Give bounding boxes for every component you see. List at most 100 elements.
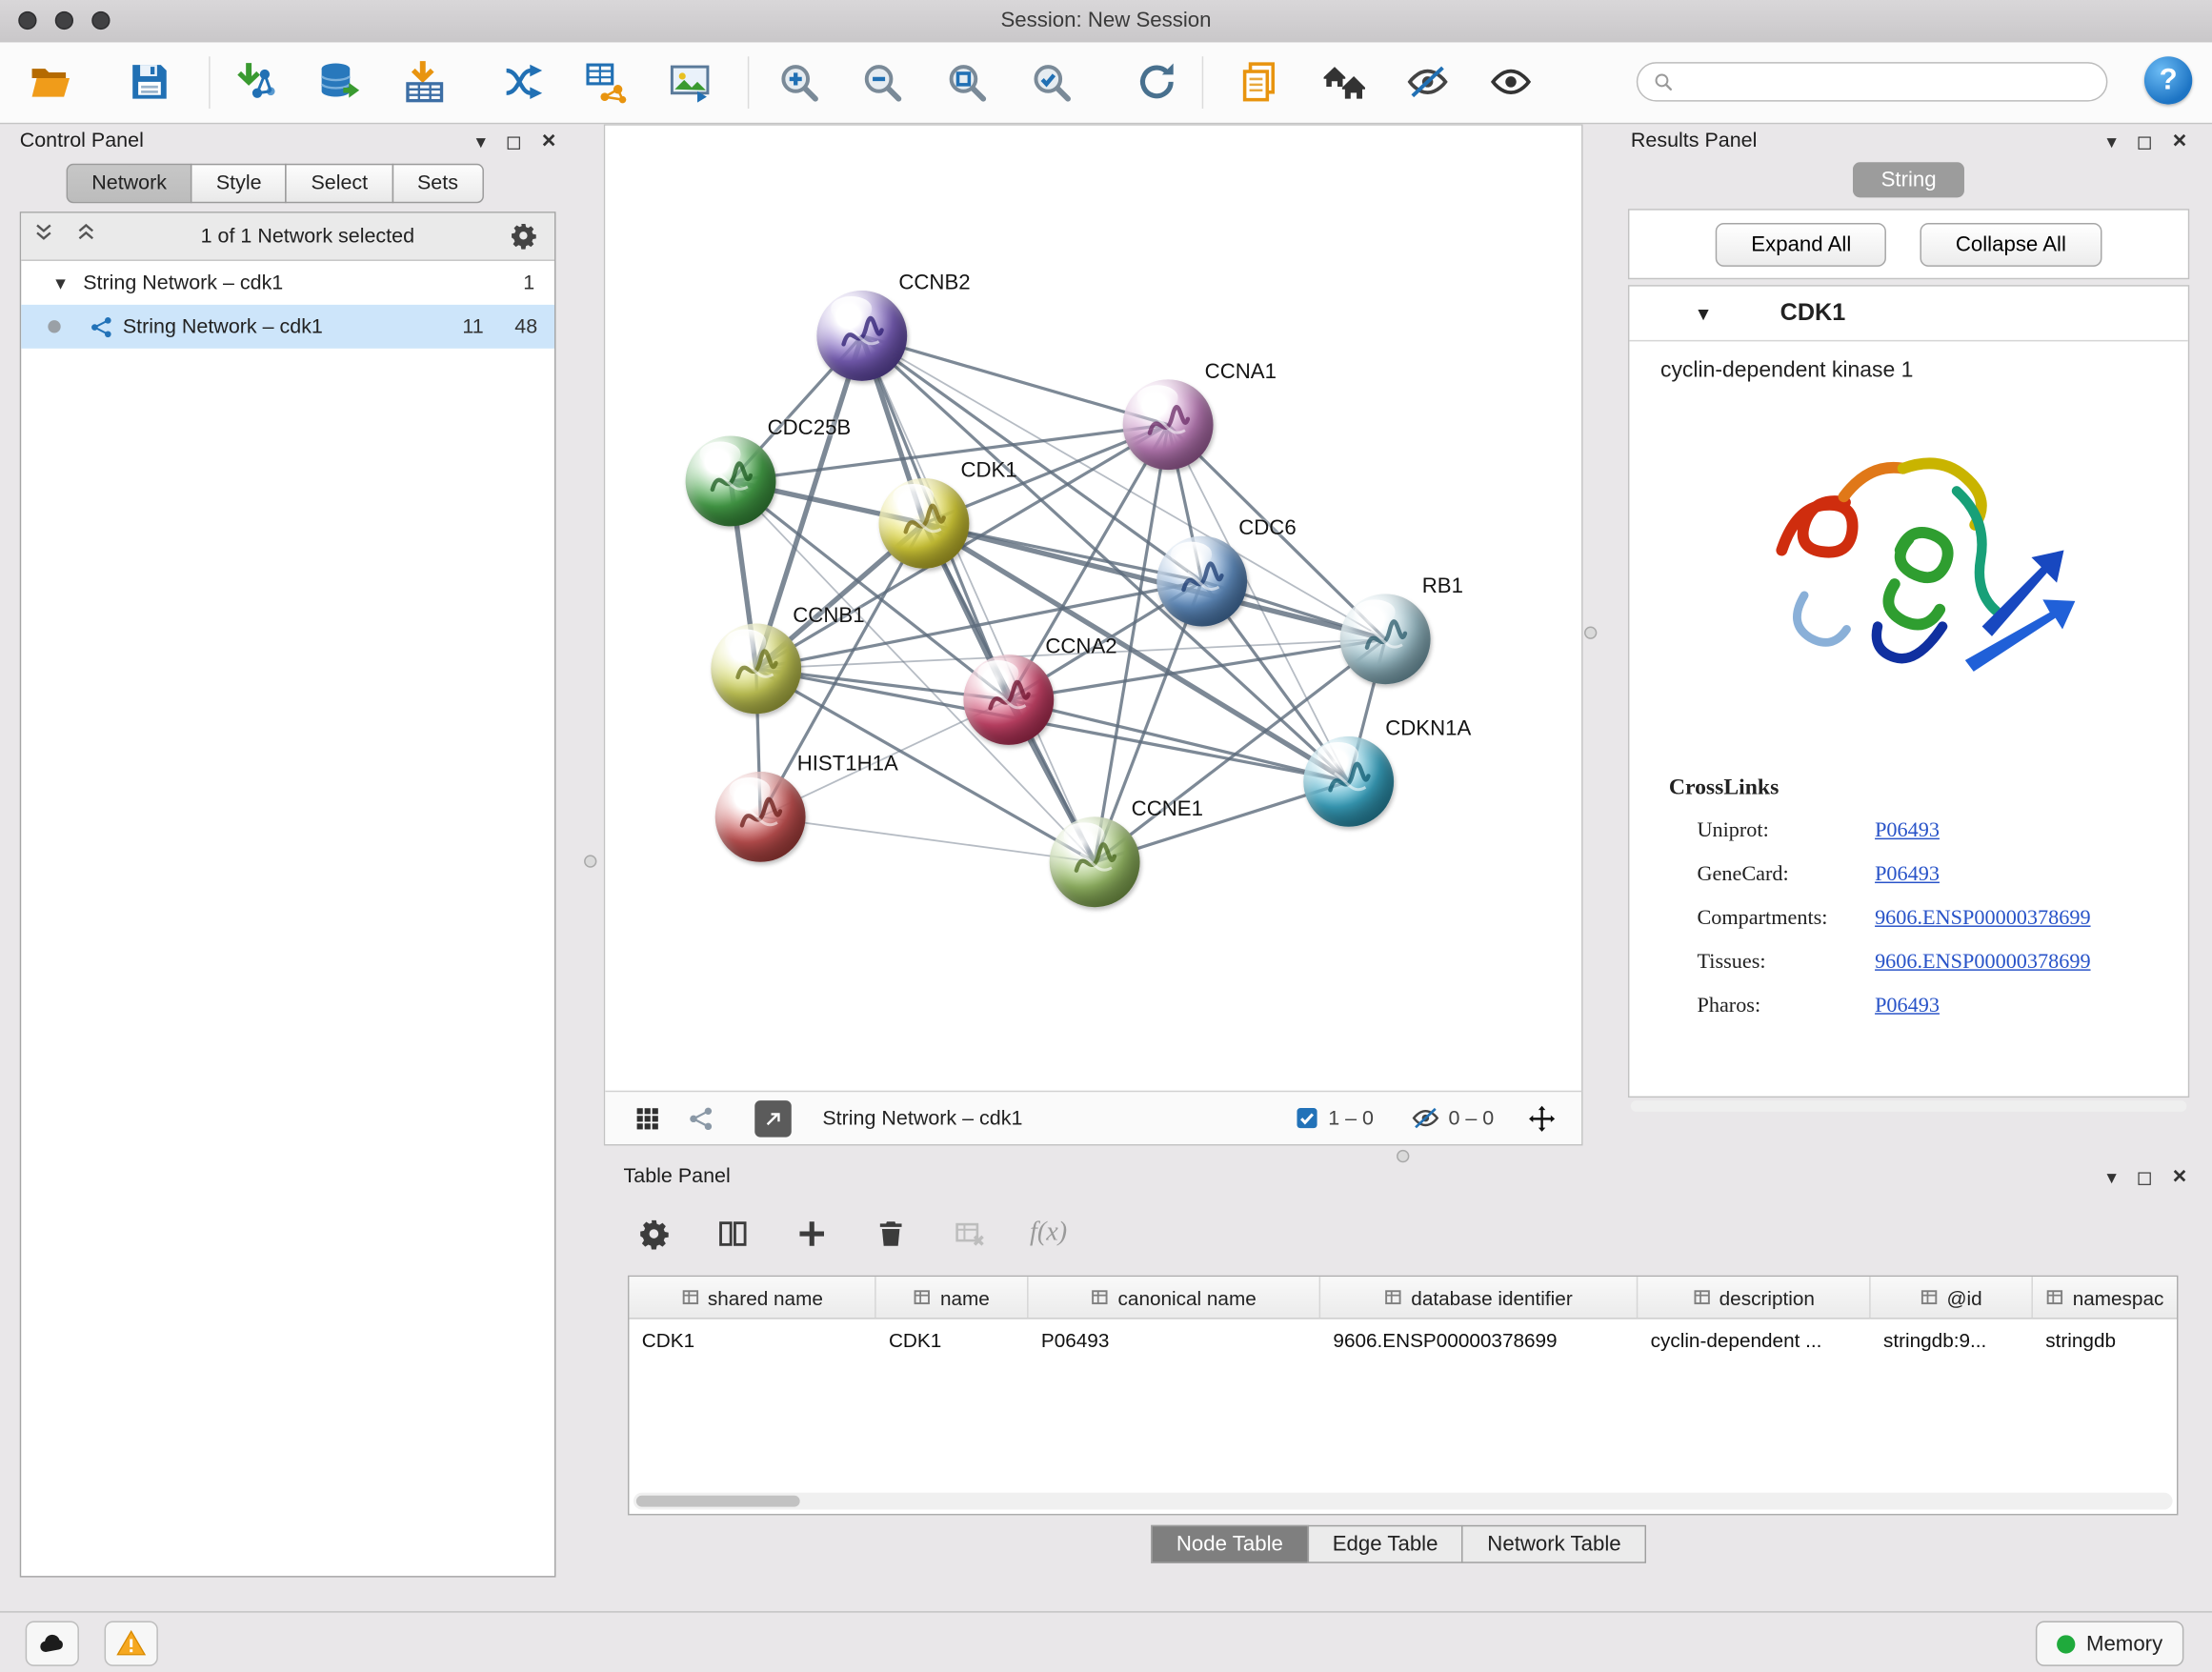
network-options-gear-icon[interactable] — [510, 221, 541, 252]
panel-menu-icon[interactable]: ▾ — [476, 129, 486, 152]
network-edge[interactable] — [862, 335, 1168, 424]
table-options-gear-icon[interactable] — [634, 1215, 672, 1252]
zoom-window-button[interactable] — [91, 11, 110, 30]
horizontal-splitter-handle[interactable] — [1397, 1150, 1409, 1162]
panel-menu-icon[interactable]: ▾ — [2107, 129, 2117, 152]
hide-selected-icon[interactable] — [1402, 56, 1453, 107]
save-session-icon[interactable] — [124, 56, 174, 107]
delete-column-icon[interactable] — [872, 1215, 909, 1252]
column-header-canonical-name[interactable]: canonical name — [1029, 1277, 1321, 1318]
cell-database-identifier[interactable]: 9606.ENSP00000378699 — [1320, 1319, 1638, 1360]
results-scrollbar[interactable] — [1631, 1100, 2186, 1112]
expand-all-networks-icon[interactable] — [74, 221, 106, 252]
left-splitter-handle[interactable] — [584, 855, 596, 867]
import-network-file-icon[interactable] — [230, 56, 280, 107]
panel-menu-icon[interactable]: ▾ — [2107, 1164, 2117, 1188]
selected-nodes-checkbox-icon[interactable] — [1293, 1105, 1319, 1132]
zoom-in-icon[interactable] — [774, 56, 824, 107]
tab-select[interactable]: Select — [286, 164, 393, 203]
cell-namespace[interactable]: stringdb — [2033, 1319, 2177, 1360]
network-collection-row[interactable]: ▼ String Network – cdk1 1 — [21, 261, 554, 305]
network-from-table-icon[interactable] — [581, 56, 632, 107]
export-image-icon[interactable] — [664, 56, 714, 107]
panel-float-icon[interactable]: ◻ — [2137, 129, 2153, 152]
tab-node-table[interactable]: Node Table — [1151, 1525, 1308, 1563]
zoom-selected-icon[interactable] — [1026, 56, 1076, 107]
collapse-all-networks-icon[interactable] — [32, 221, 64, 252]
tab-network[interactable]: Network — [67, 164, 192, 203]
panel-float-icon[interactable]: ◻ — [2137, 1164, 2153, 1188]
close-window-button[interactable] — [18, 11, 36, 30]
section-collapse-icon[interactable]: ▼ — [1695, 303, 1713, 324]
open-session-icon[interactable] — [26, 56, 76, 107]
show-all-icon[interactable] — [1485, 56, 1536, 107]
column-header-shared-name[interactable]: shared name — [629, 1277, 875, 1318]
tab-sets[interactable]: Sets — [392, 164, 483, 203]
crosslink-tissues-link[interactable]: 9606.ENSP00000378699 — [1875, 951, 2090, 975]
warnings-icon[interactable] — [105, 1622, 158, 1666]
fit-move-icon[interactable] — [1525, 1101, 1559, 1136]
new-network-icon[interactable] — [498, 56, 549, 107]
graphics-details-icon[interactable] — [1319, 56, 1370, 107]
refresh-view-icon[interactable] — [1132, 56, 1182, 107]
tab-style[interactable]: Style — [191, 164, 287, 203]
network-row-selected[interactable]: String Network – cdk1 11 48 — [21, 305, 554, 349]
crosslink-pharos-link[interactable]: P06493 — [1875, 995, 1940, 1018]
network-edge[interactable] — [760, 816, 1095, 861]
network-node-ccnb2[interactable] — [816, 291, 907, 381]
search-input[interactable] — [1683, 70, 2092, 95]
network-share-icon[interactable] — [684, 1101, 718, 1136]
network-node-cdc6[interactable] — [1156, 536, 1247, 627]
scrollbar-thumb[interactable] — [636, 1496, 800, 1507]
column-header-namespace[interactable]: namespac — [2033, 1277, 2177, 1318]
hidden-items-eye-icon[interactable] — [1410, 1103, 1439, 1133]
cell-id[interactable]: stringdb:9... — [1871, 1319, 2033, 1360]
network-node-ccna2[interactable] — [963, 655, 1054, 745]
cell-shared-name[interactable]: CDK1 — [629, 1319, 875, 1360]
cell-name[interactable]: CDK1 — [876, 1319, 1029, 1360]
network-node-cdc25b[interactable] — [686, 436, 776, 527]
expand-all-button[interactable]: Expand All — [1716, 222, 1886, 266]
collapse-all-button[interactable]: Collapse All — [1920, 222, 2101, 266]
panel-close-icon[interactable]: × — [2173, 1162, 2187, 1191]
cloud-status-icon[interactable] — [26, 1622, 79, 1666]
import-network-database-icon[interactable] — [313, 56, 364, 107]
network-node-ccne1[interactable] — [1050, 816, 1140, 907]
minimize-window-button[interactable] — [55, 11, 73, 30]
grid-mode-icon[interactable] — [631, 1101, 665, 1136]
zoom-fit-icon[interactable] — [941, 56, 992, 107]
cell-description[interactable]: cyclin-dependent ... — [1638, 1319, 1870, 1360]
network-edge[interactable] — [862, 335, 1095, 861]
table-row[interactable]: CDK1 CDK1 P06493 9606.ENSP00000378699 cy… — [629, 1319, 2177, 1360]
network-node-ccna1[interactable] — [1123, 379, 1214, 470]
network-canvas[interactable]: CCNB2CCNA1CDC25BCDK1CDC6RB1CCNB1CCNA2CDK… — [605, 126, 1581, 1092]
network-node-ccnb1[interactable] — [711, 624, 801, 715]
collection-expand-icon[interactable]: ▼ — [52, 273, 70, 293]
panel-close-icon[interactable]: × — [2173, 127, 2187, 155]
network-node-cdk1[interactable] — [879, 478, 970, 569]
help-icon[interactable]: ? — [2144, 56, 2192, 104]
network-node-cdkn1a[interactable] — [1303, 736, 1394, 827]
network-node-hist1h1a[interactable] — [715, 772, 806, 862]
crosslink-uniprot-link[interactable]: P06493 — [1875, 819, 1940, 843]
add-column-icon[interactable] — [793, 1215, 830, 1252]
tab-network-table[interactable]: Network Table — [1462, 1525, 1647, 1563]
copy-style-icon[interactable] — [1235, 56, 1285, 107]
network-node-rb1[interactable] — [1340, 594, 1431, 684]
memory-button[interactable]: Memory — [2036, 1622, 2184, 1666]
tab-string[interactable]: String — [1853, 162, 1964, 197]
import-table-icon[interactable] — [399, 56, 450, 107]
cell-canonical-name[interactable]: P06493 — [1029, 1319, 1321, 1360]
show-columns-icon[interactable] — [714, 1215, 751, 1252]
panel-float-icon[interactable]: ◻ — [506, 129, 522, 152]
column-header-name[interactable]: name — [876, 1277, 1029, 1318]
column-header-database-identifier[interactable]: database identifier — [1320, 1277, 1638, 1318]
column-header-id[interactable]: @id — [1871, 1277, 2033, 1318]
zoom-out-icon[interactable] — [856, 56, 907, 107]
crosslink-genecard-link[interactable]: P06493 — [1875, 863, 1940, 887]
crosslink-compartments-link[interactable]: 9606.ENSP00000378699 — [1875, 907, 2090, 931]
right-splitter-handle[interactable] — [1584, 627, 1597, 639]
panel-close-icon[interactable]: × — [542, 127, 556, 155]
birds-eye-view-button[interactable] — [754, 1099, 792, 1137]
tab-edge-table[interactable]: Edge Table — [1307, 1525, 1463, 1563]
